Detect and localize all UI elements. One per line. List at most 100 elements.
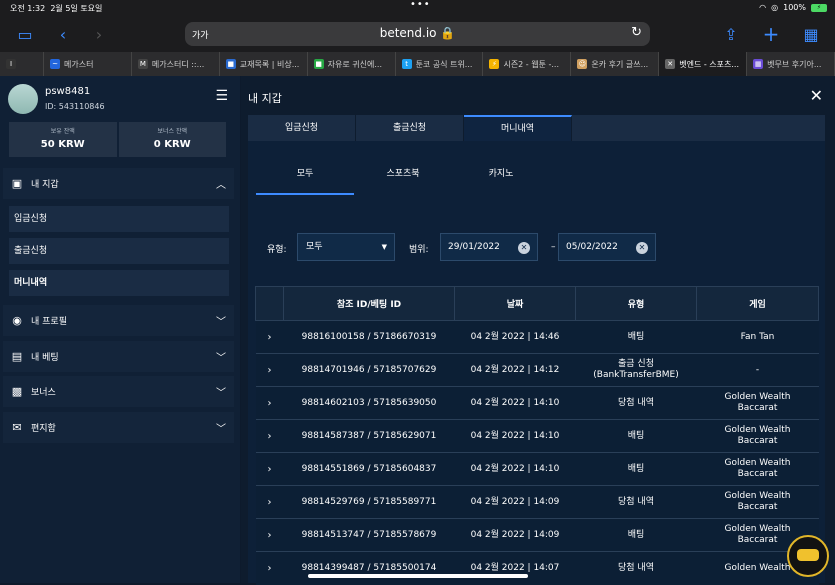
reload-icon[interactable]: ↻ (631, 25, 642, 40)
user-profile: psw8481 ID: 543110846 ☰ (8, 82, 234, 122)
range-label: 범위: (409, 245, 429, 255)
share-icon[interactable]: ⇪ (720, 23, 742, 45)
table-cell: 출금 신청 (BankTransferBME) (575, 353, 697, 387)
table-row[interactable]: › 98814529769 / 57185589771 04 2월 2022 | 1… (255, 485, 819, 519)
tab-label: 벳엔드 - 스포츠... (679, 59, 739, 69)
tab-withdraw[interactable]: 출금신청 (356, 115, 464, 141)
table-row[interactable]: › 98814399487 / 57185500174 04 2월 2022 | 1… (255, 551, 819, 585)
url-text: betend.io 🔒 (379, 26, 456, 40)
expand-chevron-icon[interactable]: › (255, 320, 284, 354)
table-cell: Golden Wealth Baccarat (696, 419, 819, 453)
browser-tab[interactable]: ~ 메가스터 (44, 52, 132, 76)
multitask-dots[interactable]: ••• (410, 0, 431, 10)
expand-chevron-icon[interactable]: › (255, 551, 284, 585)
tab-money-history[interactable]: 머니내역 (464, 115, 572, 141)
browser-tab[interactable]: ☺ 온카 후기 글쓰... (571, 52, 660, 76)
column-header: 유형 (575, 286, 697, 321)
menu-icon[interactable]: ☰ (215, 88, 228, 104)
history-content: 모두 스포츠북 카지노 유형: 모두 ▼ 범위: 29/01/2022 ✕ – 05… (248, 141, 825, 585)
nav-profile[interactable]: ◉ 내 프로필 ﹀ (3, 305, 234, 336)
browser-tab[interactable]: ■ 자유로 귀신에... (308, 52, 396, 76)
sidebar-item-withdraw[interactable]: 출금신청 (9, 238, 229, 264)
status-indicators: ◠ ◎ 100% ⚡ (759, 3, 827, 12)
filters: 유형: 모두 ▼ 범위: 29/01/2022 ✕ – 05/02/2022 ✕ (256, 233, 816, 261)
column-header: 날짜 (454, 286, 576, 321)
username: psw8481 (45, 86, 91, 97)
expand-chevron-icon[interactable]: › (255, 386, 284, 420)
battery-icon: ⚡ (811, 3, 827, 12)
tab-overview-icon[interactable]: ▦ (800, 23, 822, 45)
subtab-sportsbook[interactable]: 스포츠북 (354, 163, 452, 195)
page: psw8481 ID: 543110846 ☰ 보유 잔액 50 KRW 보너스 … (0, 76, 835, 585)
table-header: 참조 ID/베팅 ID 날짜 유형 게임 (255, 286, 819, 321)
clipboard-icon: ▤ (11, 350, 23, 363)
forward-icon[interactable]: › (88, 23, 110, 45)
date-to-input[interactable]: 05/02/2022 ✕ (558, 233, 656, 261)
expand-chevron-icon[interactable]: › (255, 518, 284, 552)
favicon-icon: I (6, 59, 16, 69)
browser-tab[interactable]: ⚡ 시즌2 - 웹툰 -... (483, 52, 572, 76)
chat-button[interactable] (787, 535, 829, 577)
expand-chevron-icon[interactable]: › (255, 485, 284, 519)
table-cell: Golden Wealth Baccarat (696, 485, 819, 519)
date-from-input[interactable]: 29/01/2022 ✕ (440, 233, 538, 261)
expand-chevron-icon[interactable]: › (255, 419, 284, 453)
headphones-icon: ◎ (771, 3, 779, 12)
tab-label: 시즌2 - 웹툰 -... (503, 59, 560, 69)
browser-tab[interactable]: ▦ 벳무브 후기아... (747, 52, 835, 76)
tab-deposit[interactable]: 입금신청 (248, 115, 356, 141)
expand-chevron-icon[interactable]: › (255, 353, 284, 387)
close-icon[interactable]: ✕ (810, 86, 823, 105)
clear-icon[interactable]: ✕ (518, 242, 530, 254)
favicon-icon: M (137, 59, 148, 69)
chevron-down-icon: ﹀ (216, 317, 226, 328)
browser-tab[interactable]: t 툰코 공식 트위... (396, 52, 484, 76)
table-row[interactable]: › 98814551869 / 57185604837 04 2월 2022 | 1… (255, 452, 819, 486)
column-header: 참조 ID/베팅 ID (283, 286, 455, 321)
new-tab-icon[interactable]: + (760, 22, 782, 46)
sidebar-item-deposit[interactable]: 입금신청 (9, 206, 229, 232)
table-cell: 04 2월 2022 | 14:07 (454, 551, 576, 585)
nav-wallet[interactable]: ▣ 내 지갑 ︿ (3, 168, 234, 199)
back-icon[interactable]: ‹ (52, 23, 74, 45)
tab-label: 벳무브 후기아... (767, 59, 822, 69)
table-row[interactable]: › 98814513747 / 57185578679 04 2월 2022 | 1… (255, 518, 819, 552)
nav-bonus[interactable]: ▩ 보너스 ﹀ (3, 376, 234, 407)
mail-icon: ✉ (12, 421, 22, 434)
table-cell: - (696, 353, 819, 387)
browser-tab[interactable]: I (0, 52, 44, 76)
clear-icon[interactable]: ✕ (636, 242, 648, 254)
table-cell: 98816100158 / 57186670319 (283, 320, 455, 354)
balances: 보유 잔액 50 KRW 보너스 잔액 0 KRW (9, 122, 226, 157)
sidebar-toggle-icon[interactable]: ▭ (14, 23, 36, 45)
sidebar-item-money-history[interactable]: 머니내역 (9, 270, 229, 296)
type-select[interactable]: 모두 ▼ (297, 233, 395, 261)
table-cell: 98814551869 / 57185604837 (283, 452, 455, 486)
table-row[interactable]: › 98814602103 / 57185639050 04 2월 2022 | 1… (255, 386, 819, 420)
avatar (8, 84, 38, 114)
address-bar[interactable]: 가가 betend.io 🔒 ↻ (185, 22, 650, 46)
table-cell: 04 2월 2022 | 14:09 (454, 518, 576, 552)
chevron-down-icon: ﹀ (216, 353, 226, 364)
chevron-down-icon: ﹀ (216, 388, 226, 399)
wifi-icon: ◠ (759, 3, 767, 12)
tab-label: 툰코 공식 트위... (415, 59, 473, 69)
browser-tab[interactable]: M 메가스터디 ::... (132, 52, 220, 76)
table-row[interactable]: › 98814701946 / 57185707629 04 2월 2022 | 1… (255, 353, 819, 387)
favicon-icon: ▦ (753, 59, 764, 69)
table-cell: 배팅 (575, 452, 697, 486)
favicon-icon: ✕ (665, 59, 676, 69)
user-icon: ◉ (12, 314, 22, 327)
subtab-casino[interactable]: 카지노 (452, 163, 550, 195)
chevron-up-icon: ︿ (216, 180, 226, 191)
table-row[interactable]: › 98814587387 / 57185629071 04 2월 2022 | 1… (255, 419, 819, 453)
subtab-all[interactable]: 모두 (256, 163, 354, 195)
sidebar: psw8481 ID: 543110846 ☰ 보유 잔액 50 KRW 보너스 … (0, 76, 240, 583)
nav-betting[interactable]: ▤ 내 베팅 ﹀ (3, 341, 234, 372)
expand-chevron-icon[interactable]: › (255, 452, 284, 486)
table-row[interactable]: › 98816100158 / 57186670319 04 2월 2022 | 1… (255, 320, 819, 354)
browser-tab[interactable]: ✕ 벳엔드 - 스포츠... (659, 52, 748, 76)
nav-mailbox[interactable]: ✉ 편지함 ﹀ (3, 412, 234, 443)
favicon-icon: ⚡ (489, 59, 500, 69)
browser-tab[interactable]: ■ 교재목록 | 비상... (220, 52, 308, 76)
